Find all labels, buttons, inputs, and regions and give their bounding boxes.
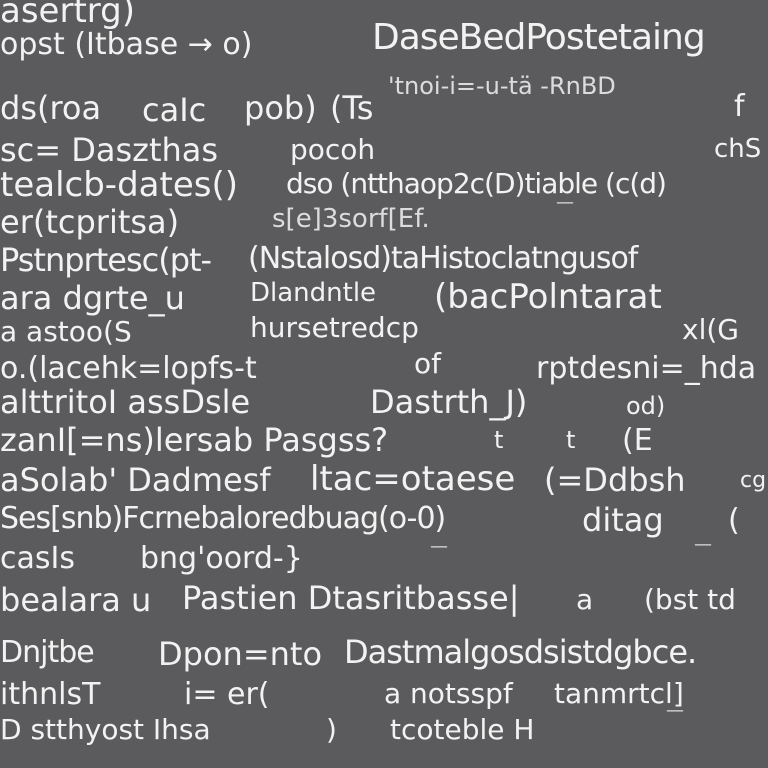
text-line: cg bbox=[740, 468, 767, 493]
text-line: (=Ddbsh bbox=[544, 461, 686, 499]
text-line: zanI[=ns)lersab Pasgss? bbox=[0, 421, 389, 459]
noisy-text-image: asertrg) opst (Itbase → o) DaseBedPostet… bbox=[0, 0, 768, 768]
text-line: alttritoI assDsle bbox=[0, 383, 251, 421]
text-line: ds(roa bbox=[0, 89, 102, 127]
text-line: Ses[snb)Fcrnebaloredbuag(o-0) bbox=[0, 501, 446, 536]
dash-mark: — bbox=[430, 536, 448, 557]
text-line: bng'oord-} bbox=[140, 541, 303, 576]
text-line: ) bbox=[326, 713, 337, 746]
text-line: sc= Daszthas bbox=[0, 131, 219, 169]
text-line: ( bbox=[728, 503, 740, 538]
text-line: tanmrtcl] bbox=[554, 677, 684, 710]
text-line: Pastien Dtasritbasse| bbox=[182, 579, 520, 617]
text-line: ltac=otaese bbox=[310, 459, 516, 499]
text-line: asertrg) bbox=[0, 0, 136, 31]
text-line: tealcb-dates() bbox=[0, 165, 238, 205]
text-line: Dastrth_J) bbox=[370, 383, 528, 421]
text-line: aSolab' Dadmesf bbox=[0, 461, 271, 499]
text-line: ara dgrte_u bbox=[0, 279, 185, 317]
text-line: s[e]3sorf[Ef. bbox=[272, 204, 430, 234]
text-line: hursetredcp bbox=[250, 311, 419, 344]
dash-mark: — bbox=[556, 192, 574, 213]
text-line: (Ts bbox=[330, 89, 374, 127]
text-line: Dastmalgosdsistdgbce. bbox=[344, 633, 697, 671]
text-line: i= er( bbox=[184, 677, 270, 712]
text-line: Dnjtbe bbox=[0, 635, 95, 670]
text-line: ditag bbox=[582, 501, 664, 539]
text-line: (bst td bbox=[644, 583, 736, 616]
text-line: Dpon=nto bbox=[158, 635, 323, 673]
text-line: a astoo(S bbox=[0, 315, 132, 348]
text-line: t bbox=[566, 426, 576, 454]
text-line: D stthyost Ihsa bbox=[0, 713, 211, 746]
text-line: a notsspf bbox=[384, 677, 513, 710]
text-line: (Nstalosd)taHistoclatngusof bbox=[248, 241, 638, 276]
text-line: Pstnprtesc(pt- bbox=[0, 241, 212, 279]
text-line: 'tnoi-i=-u-tä -RnBD bbox=[388, 72, 616, 100]
text-line: caIc bbox=[142, 91, 207, 129]
text-line: bealara u bbox=[0, 581, 152, 619]
text-line: tcoteble H bbox=[390, 713, 535, 746]
text-line: (bacPolntarat bbox=[434, 277, 662, 317]
text-line: f bbox=[734, 89, 745, 124]
text-line: o.(lacehk=lopfs-t bbox=[0, 351, 257, 386]
text-line: Dlandntle bbox=[250, 278, 377, 308]
text-line: casIs bbox=[0, 541, 75, 576]
text-line: t bbox=[494, 426, 504, 454]
text-line: xl(G bbox=[682, 313, 739, 346]
text-line: (E bbox=[622, 423, 653, 458]
text-line: a bbox=[576, 583, 594, 616]
dash-mark: — bbox=[666, 700, 684, 721]
text-line: chS bbox=[714, 134, 762, 164]
text-line: pocoh bbox=[290, 133, 376, 166]
text-line: DaseBedPostetaing bbox=[372, 17, 706, 58]
text-line: of bbox=[414, 347, 441, 380]
text-line: rptdesni=_hda bbox=[536, 351, 757, 386]
text-line: pob) bbox=[244, 89, 317, 127]
text-line: opst (Itbase → o) bbox=[0, 27, 253, 62]
text-line: er(tcpritsa) bbox=[0, 203, 180, 241]
dash-mark: — bbox=[694, 534, 712, 555]
text-line: dso (ntthaop2c(D)tiable (c(d) bbox=[286, 167, 667, 200]
text-line: ithnlsT bbox=[0, 677, 101, 712]
text-line: od) bbox=[626, 392, 666, 420]
